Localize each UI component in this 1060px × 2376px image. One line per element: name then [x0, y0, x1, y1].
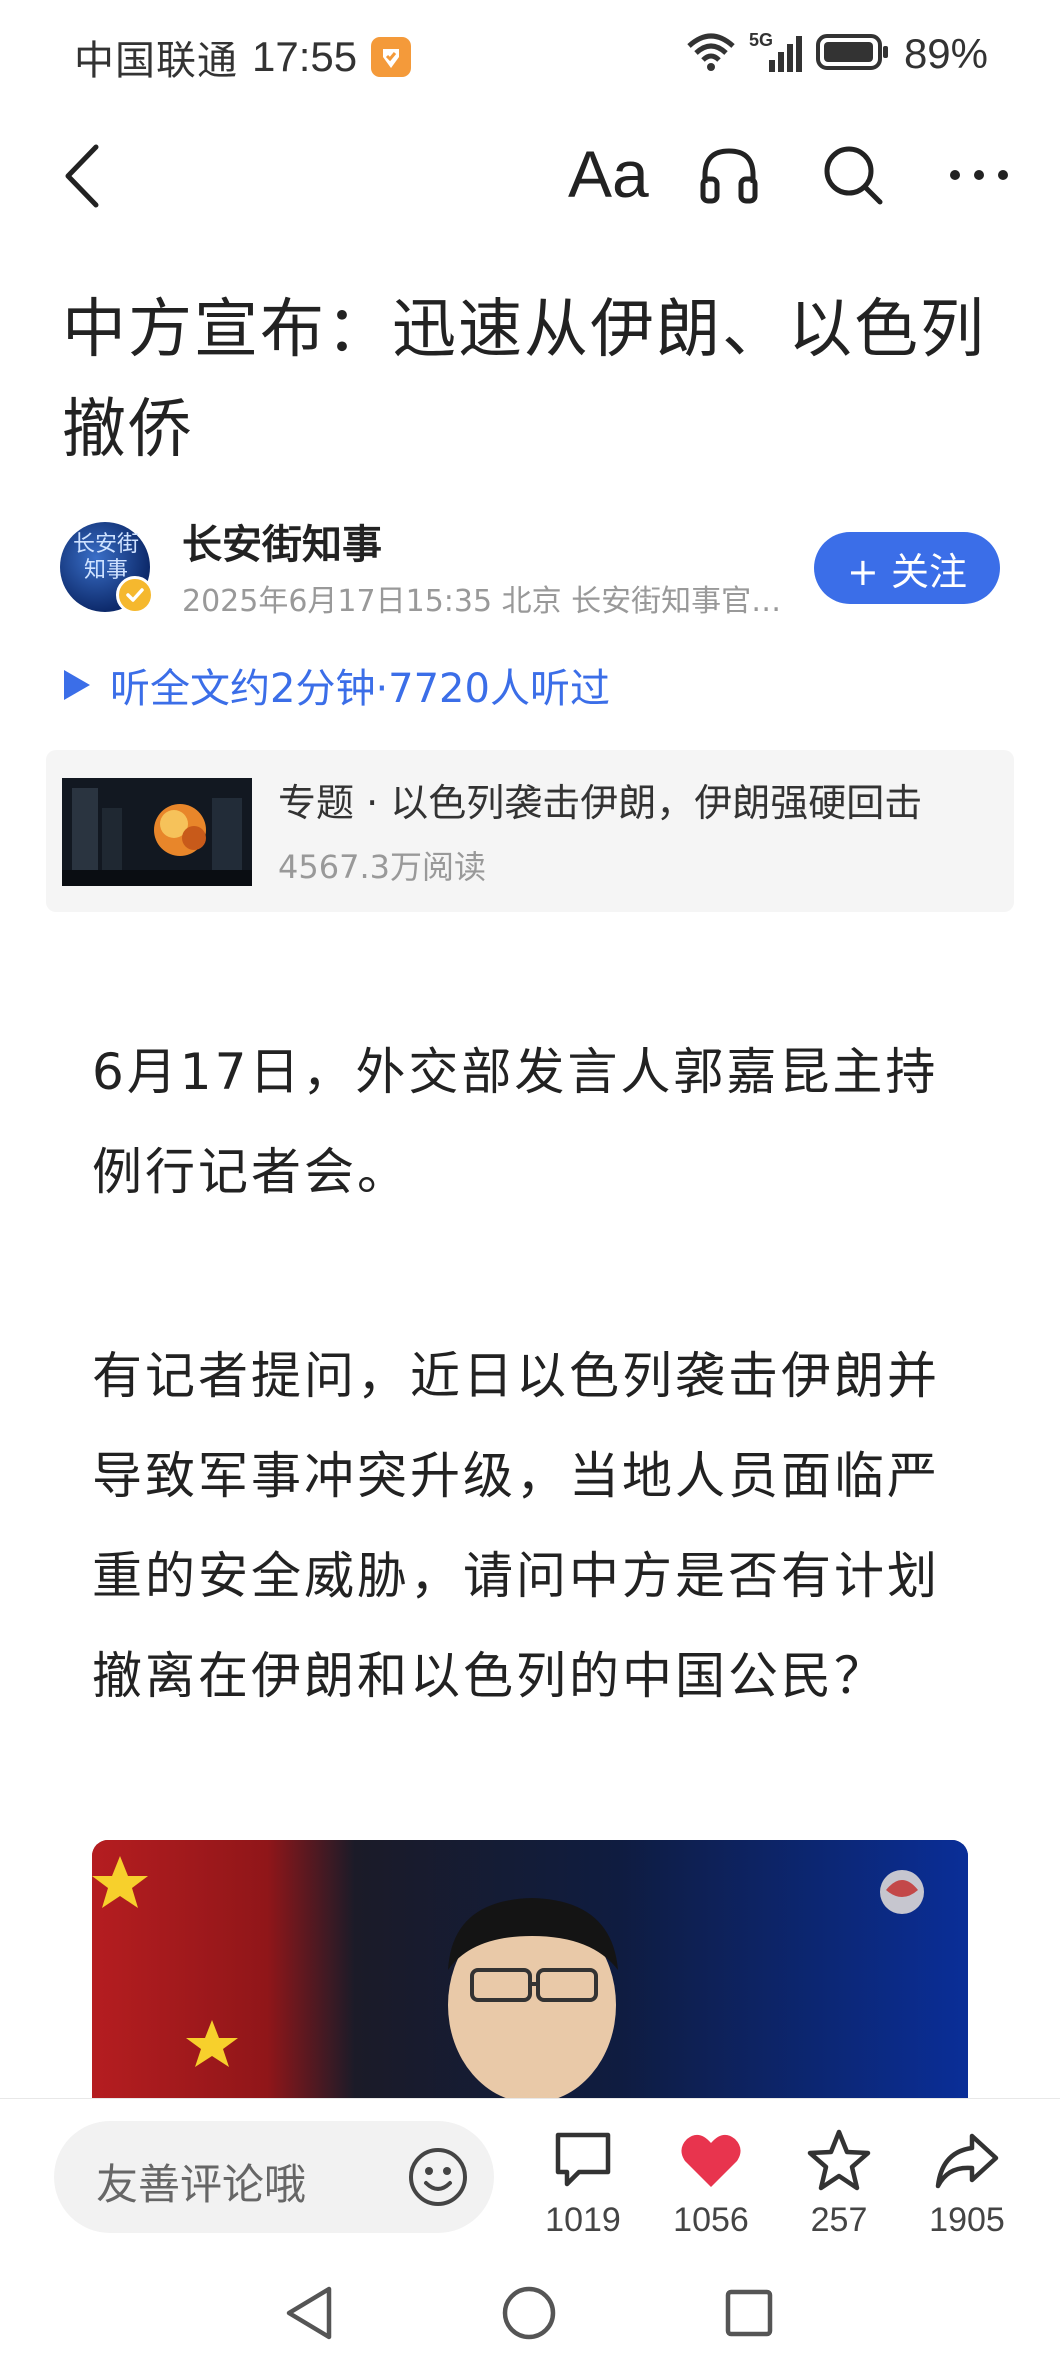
wifi-icon — [685, 32, 737, 76]
search-button[interactable] — [818, 140, 888, 210]
comment-button[interactable]: 1019 — [528, 2127, 638, 2240]
star-icon — [807, 2129, 871, 2191]
bottom-action-bar: 友善评论哦 1019 1056 257 1905 — [0, 2098, 1060, 2248]
back-icon — [65, 144, 99, 208]
play-icon — [64, 670, 90, 700]
like-count: 1056 — [673, 2201, 749, 2239]
battery-percent: 89% — [903, 30, 988, 77]
square-recents-icon — [725, 2289, 773, 2337]
battery-icon — [815, 33, 890, 75]
status-bar: 中国联通 17:55 5G 89% — [0, 0, 1060, 116]
listen-label: 听全文约2分钟·7720人听过 — [110, 666, 610, 712]
comment-placeholder: 友善评论哦 — [96, 2160, 307, 2209]
comment-icon — [555, 2132, 611, 2187]
avatar[interactable]: 长安街知事 — [60, 522, 154, 614]
back-button[interactable] — [52, 138, 112, 214]
signal-icon: 5G — [749, 30, 802, 72]
share-button[interactable]: 1905 — [912, 2127, 1022, 2240]
topic-thumbnail — [62, 778, 252, 886]
share-count: 1905 — [929, 2201, 1005, 2239]
carrier-label: 中国联通 — [74, 38, 238, 84]
more-button[interactable] — [944, 140, 1014, 210]
clock: 17:55 — [252, 33, 358, 80]
share-icon — [935, 2133, 999, 2189]
system-home-button[interactable] — [494, 2278, 564, 2348]
triangle-back-icon — [286, 2286, 332, 2340]
status-right: 5G 89% — [685, 30, 988, 78]
paragraph: 有记者提问，近日以色列袭击伊朗并导致军事冲突升级，当地人员面临严重的安全威胁，请… — [92, 1347, 940, 1705]
favorite-count: 257 — [810, 2201, 868, 2239]
network-type: 5G — [748, 30, 773, 50]
like-button[interactable]: 1056 — [656, 2127, 766, 2240]
favorite-button[interactable]: 257 — [784, 2127, 894, 2240]
author-name[interactable]: 长安街知事 — [182, 512, 382, 570]
headphones-icon — [700, 148, 758, 204]
article-title: 中方宣布：迅速从伊朗、以色列撤侨 — [62, 293, 986, 467]
system-recents-button[interactable] — [714, 2278, 784, 2348]
status-left: 中国联通 17:55 — [74, 28, 412, 86]
follow-button[interactable]: + 关注 — [814, 532, 1000, 604]
font-size-button[interactable]: Aa — [568, 134, 649, 214]
topic-read-count: 4567.3万阅读 — [278, 848, 486, 886]
more-icon — [950, 170, 1008, 180]
emoji-icon[interactable] — [406, 2145, 470, 2209]
article-meta: 2025年6月17日15:35 北京 长安街知事官… — [182, 584, 782, 619]
heart-icon — [681, 2134, 741, 2187]
listen-button[interactable] — [694, 140, 764, 210]
verified-icon — [116, 576, 154, 614]
comment-input[interactable]: 友善评论哦 — [54, 2121, 494, 2233]
topic-title: 专题 · 以色列袭击伊朗，伊朗强硬回击 — [278, 781, 923, 825]
listen-full-article[interactable]: 听全文约2分钟·7720人听过 — [62, 656, 610, 714]
app-badge-icon — [371, 37, 412, 77]
article-photo[interactable] — [92, 1840, 968, 2100]
topic-card[interactable]: 专题 · 以色列袭击伊朗，伊朗强硬回击 4567.3万阅读 — [46, 750, 1014, 912]
circle-home-icon — [502, 2286, 556, 2340]
system-nav-bar — [0, 2248, 1060, 2376]
search-icon — [824, 146, 883, 205]
comment-count: 1019 — [545, 2201, 621, 2239]
top-nav: Aa — [0, 116, 1060, 234]
system-back-button[interactable] — [274, 2278, 344, 2348]
paragraph: 6月17日，外交部发言人郭嘉昆主持例行记者会。 — [92, 1043, 939, 1201]
